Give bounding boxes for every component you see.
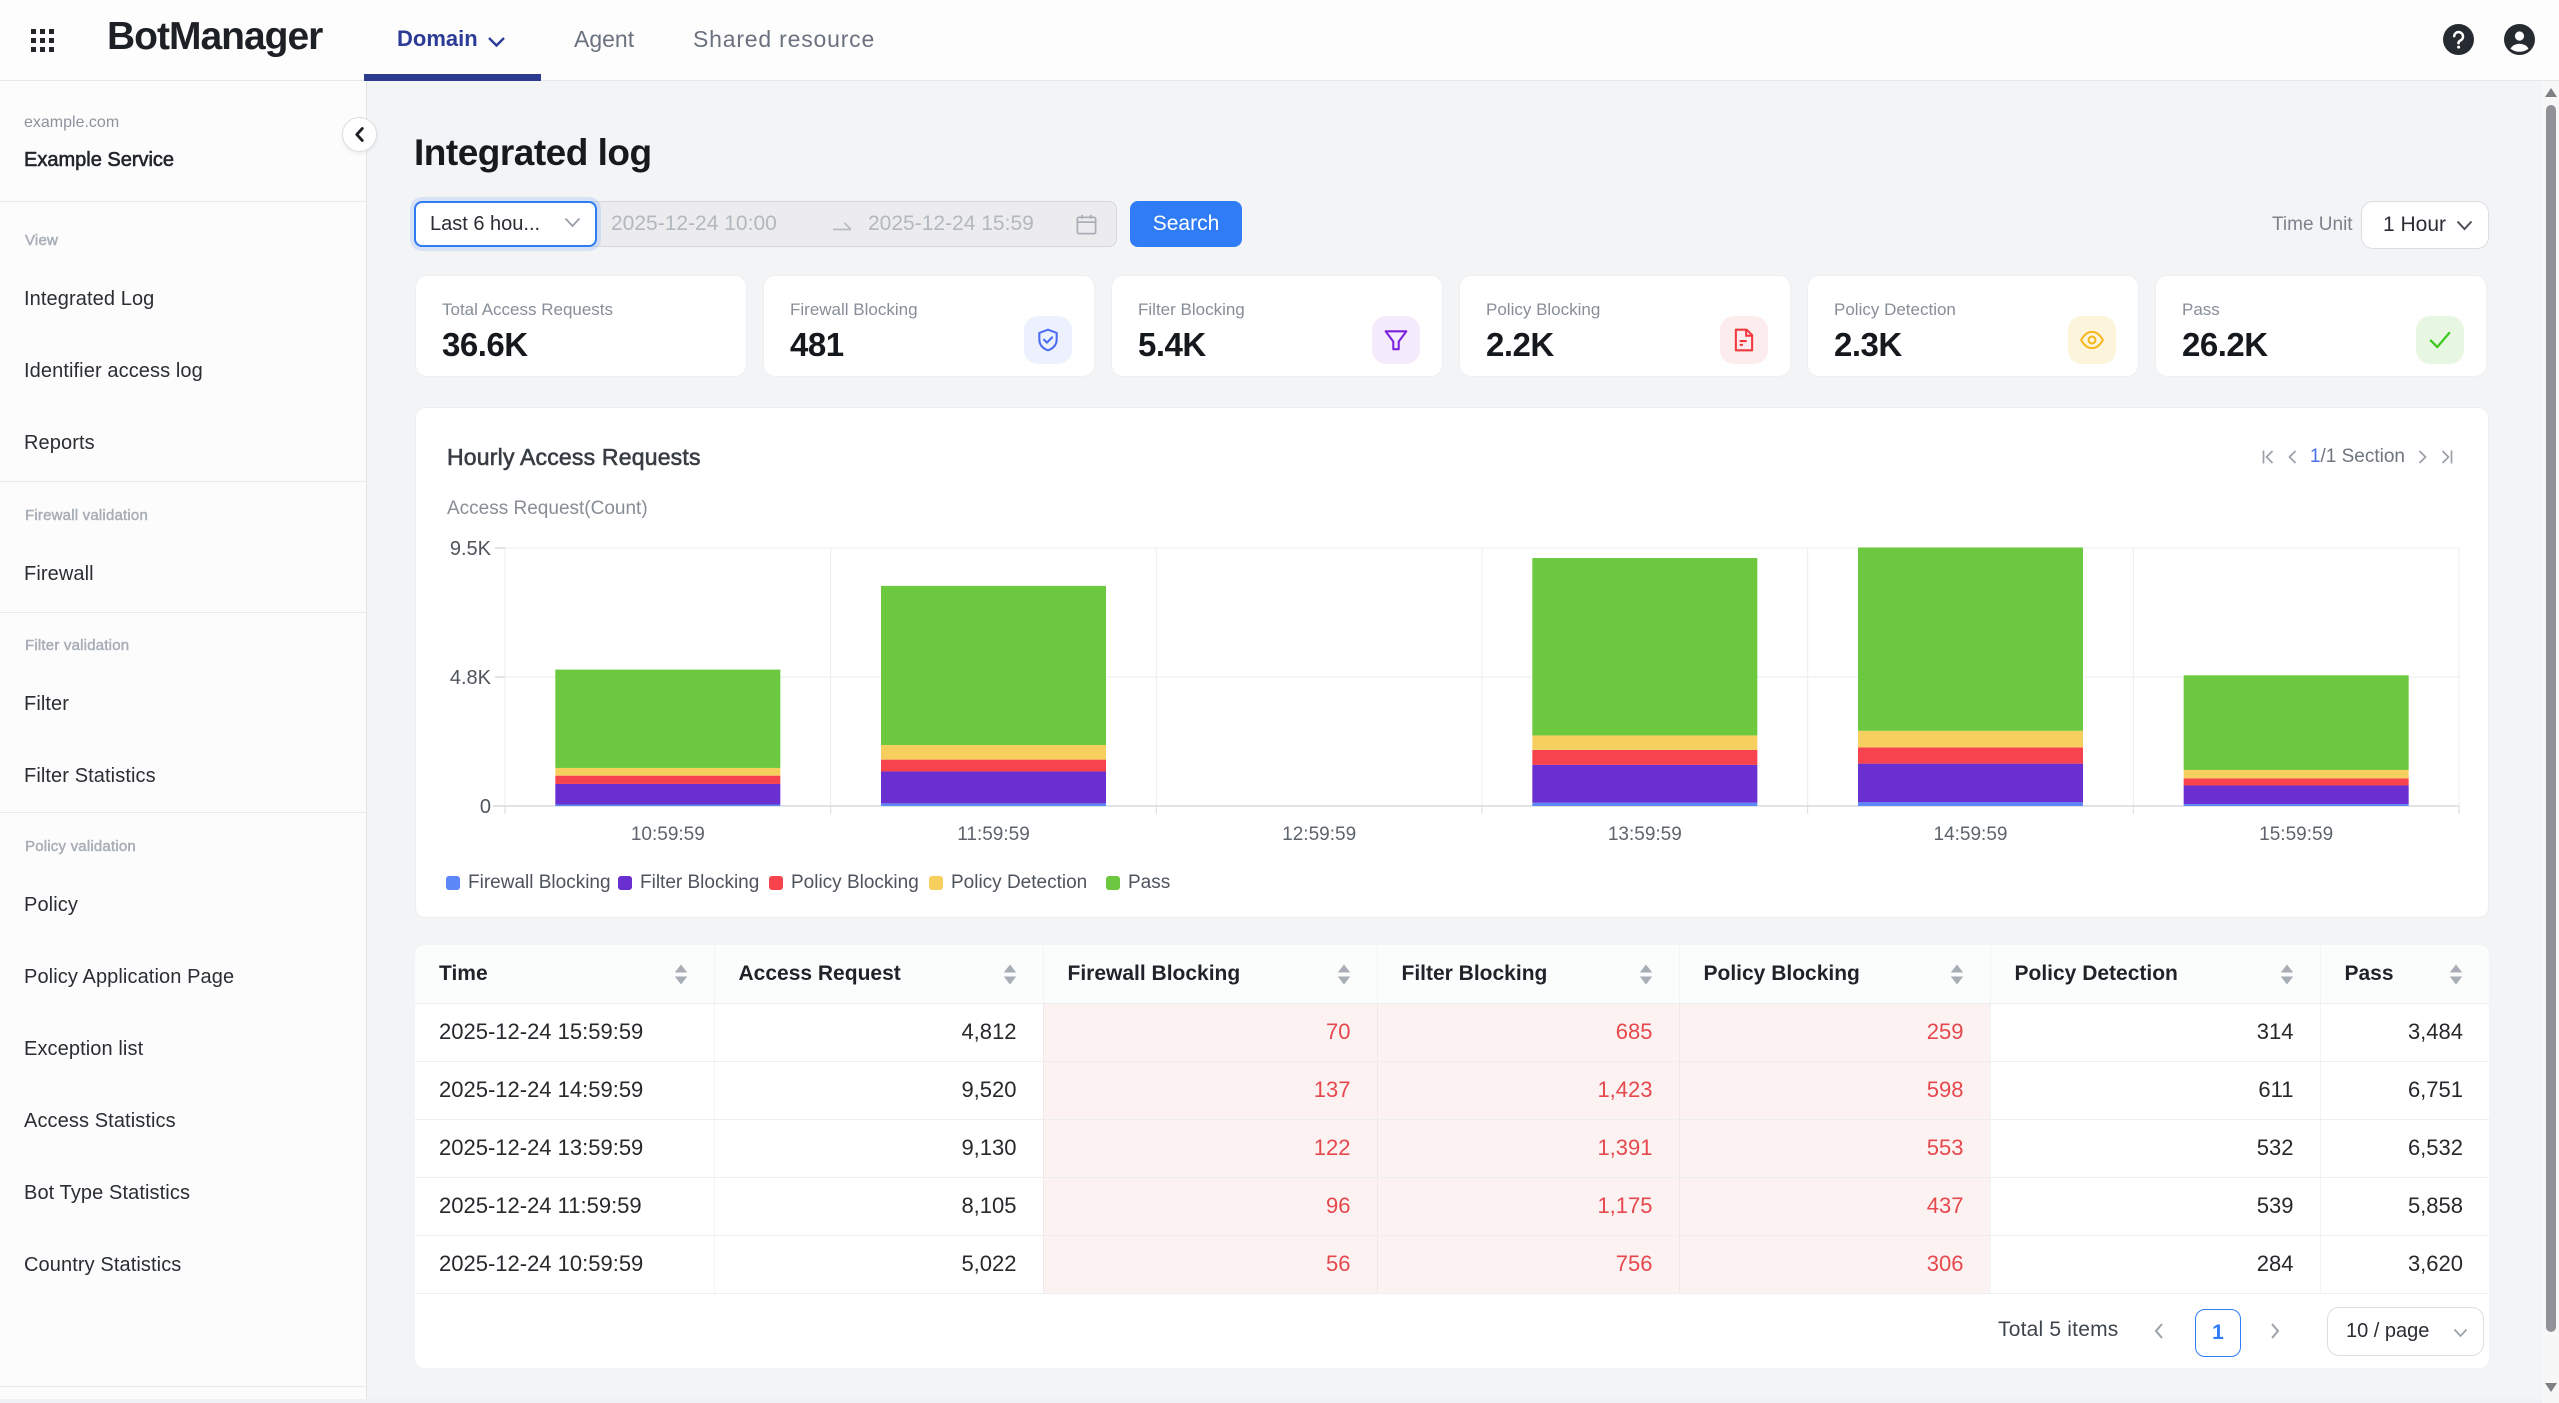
svg-text:14:59:59: 14:59:59	[1934, 824, 2008, 845]
svg-text:11:59:59: 11:59:59	[957, 824, 1030, 845]
svg-text:15:59:59: 15:59:59	[2259, 824, 2333, 845]
svg-text:0: 0	[480, 796, 491, 818]
svg-text:9.5K: 9.5K	[450, 538, 492, 560]
svg-text:13:59:59: 13:59:59	[1608, 824, 1682, 845]
svg-text:4.8K: 4.8K	[450, 667, 492, 689]
svg-text:10:59:59: 10:59:59	[631, 824, 705, 845]
svg-text:12:59:59: 12:59:59	[1282, 824, 1356, 845]
